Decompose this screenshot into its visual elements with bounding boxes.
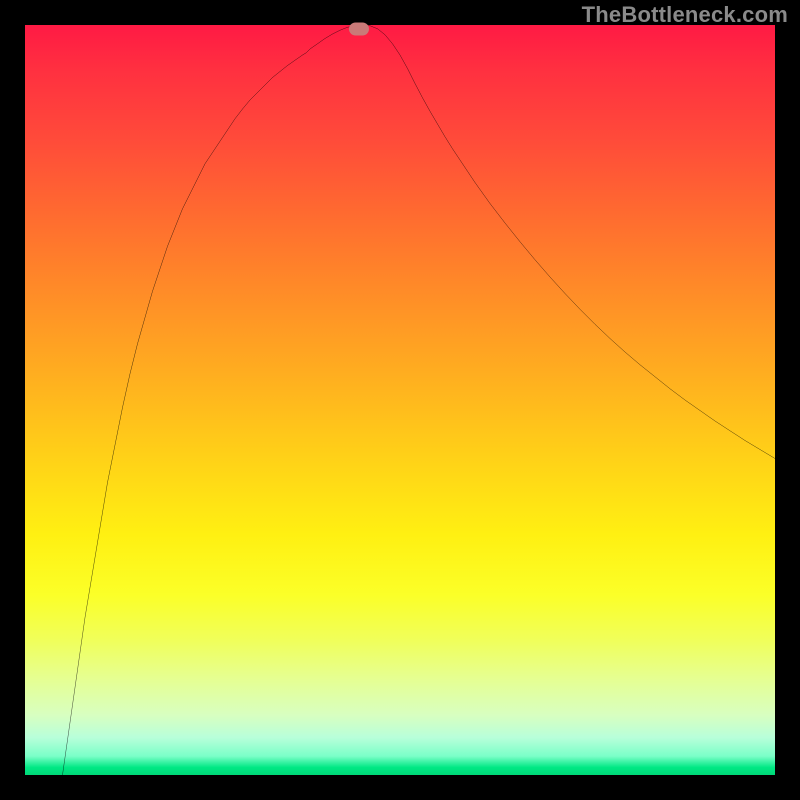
watermark-text: TheBottleneck.com [582,2,788,28]
plot-area [25,25,775,775]
optimal-point-marker [349,22,369,35]
chart-frame: TheBottleneck.com [0,0,800,800]
bottleneck-curve [25,25,775,775]
curve-line [63,25,776,775]
